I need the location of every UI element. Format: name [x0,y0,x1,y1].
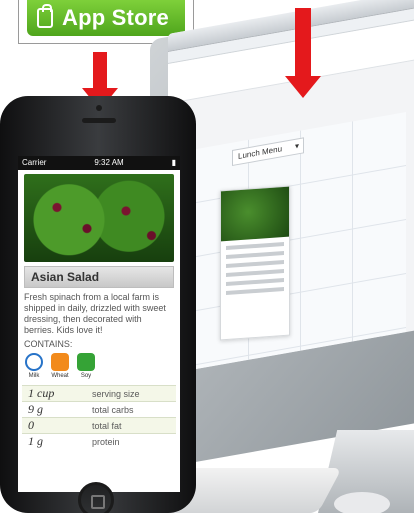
soy-icon [77,353,95,371]
nutrition-table: 1 cup serving size 9 g total carbs 0 tot… [22,385,176,450]
contains-label: CONTAINS: [24,339,73,349]
salad-thumbnail [221,186,289,242]
home-button[interactable] [78,482,114,513]
phone-screen: Carrier 9:32 AM ▮ Asian Salad Fresh spin… [18,156,180,492]
allergen-list: Milk Wheat Soy [24,353,174,379]
app-store-label: App Store [62,5,169,30]
mouse [334,492,390,513]
salad-photo [24,174,174,262]
carrier-label: Carrier [22,158,47,167]
table-row: 1 cup serving size [22,385,176,402]
allergen-label: Wheat [51,373,69,379]
allergen-label: Milk [28,373,40,379]
table-row: 9 g total carbs [22,401,176,418]
allergen-wheat: Wheat [50,353,70,379]
monitor-screen [168,0,414,374]
nutrition-amount: 1 g [22,433,86,450]
smartphone: Carrier 9:32 AM ▮ Asian Salad Fresh spin… [0,96,196,513]
earpiece-speaker [82,118,116,123]
nutrition-label: total carbs [86,401,176,418]
front-camera [96,105,102,111]
food-title: Asian Salad [24,266,174,288]
wheat-icon [51,353,69,371]
nutrition-amount: 9 g [22,401,86,418]
nutrition-amount: 0 [22,417,86,434]
nutrition-label: serving size [86,385,176,402]
chevron-down-icon: ▾ [294,141,299,151]
food-description: Fresh spinach from a local farm is shipp… [24,292,166,335]
table-row: 0 total fat [22,417,176,434]
allergen-milk: Milk [24,353,44,379]
status-bar: Carrier 9:32 AM ▮ [18,156,180,170]
nutrition-label: protein [86,433,176,450]
shopping-bag-icon [37,4,53,28]
menu-item-popover [220,185,290,341]
allergen-soy: Soy [76,353,96,379]
battery-icon: ▮ [171,158,176,167]
nutrition-label: total fat [86,417,176,434]
allergen-label: Soy [80,373,92,379]
app-store-badge[interactable]: App Store [27,0,185,36]
clock: 9:32 AM [94,158,124,167]
milk-icon [25,353,43,371]
nutrition-amount: 1 cup [22,385,86,402]
table-row: 1 g protein [22,433,176,450]
